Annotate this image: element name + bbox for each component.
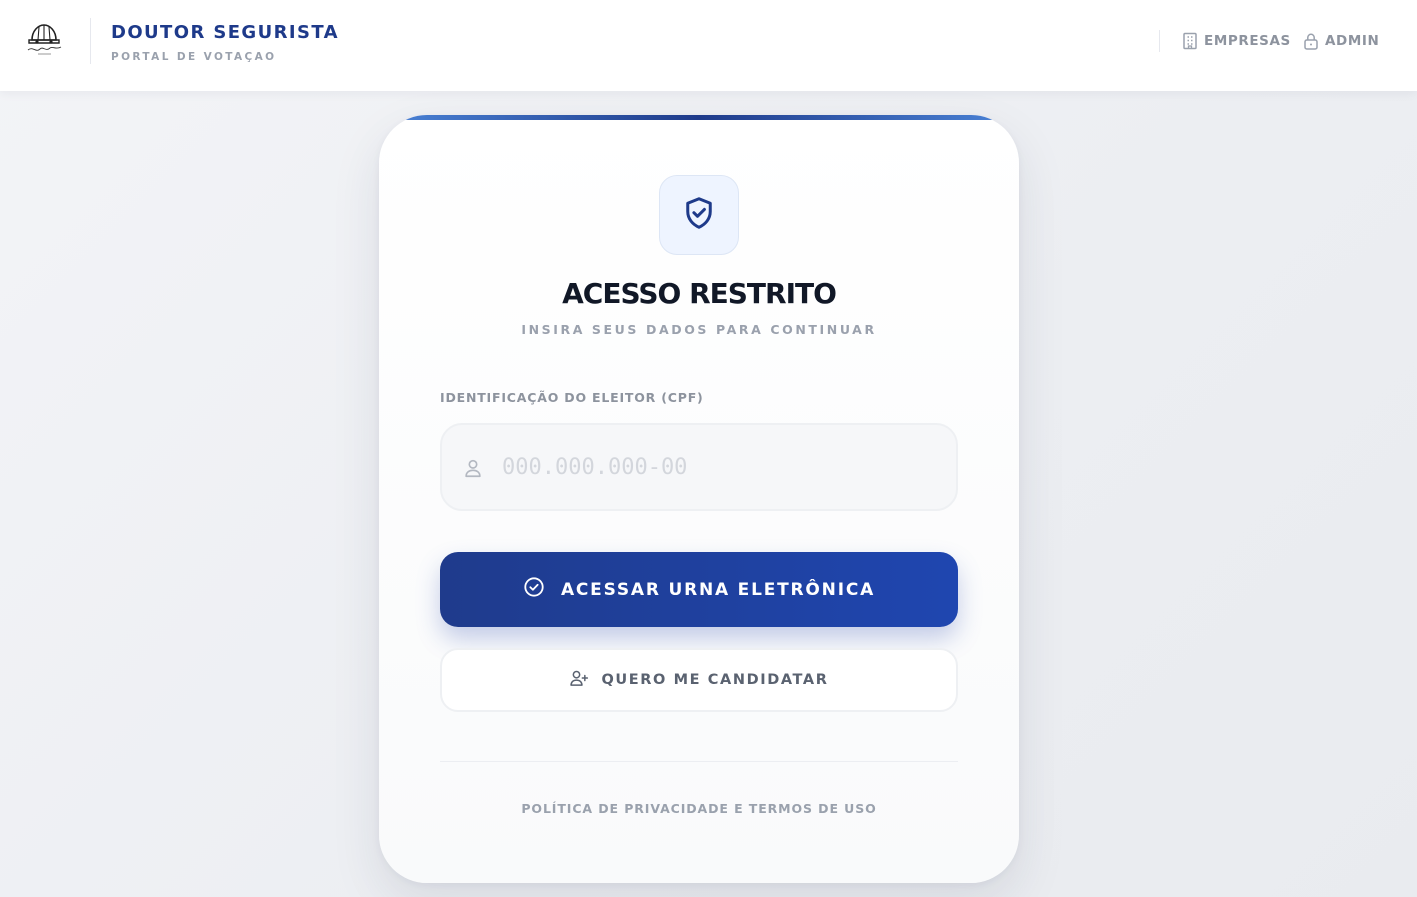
nav-admin-link[interactable]: ADMIN	[1303, 30, 1379, 52]
cpf-input[interactable]	[502, 445, 942, 489]
nav-empresas-label: EMPRESAS	[1204, 33, 1291, 49]
access-ballot-button[interactable]: ACESSAR URNA ELETRÔNICA	[440, 552, 958, 627]
brand-divider	[90, 18, 91, 64]
top-bar: DOUTOR SEGURISTA PORTAL DE VOTAÇAO EMPRE…	[0, 0, 1417, 91]
card-accent-line	[379, 115, 1019, 120]
access-ballot-label: ACESSAR URNA ELETRÔNICA	[560, 579, 876, 600]
check-circle-icon	[523, 576, 545, 603]
shield-icon-box	[659, 175, 739, 255]
nav-empresas-link[interactable]: EMPRESAS	[1182, 30, 1291, 52]
candidate-label: QUERO ME CANDIDATAR	[601, 672, 829, 688]
brand-subtitle: PORTAL DE VOTAÇAO	[111, 51, 277, 63]
page-title: ACESSO RESTRITO	[562, 277, 837, 310]
cpf-field[interactable]	[440, 423, 958, 511]
page-subtitle: INSIRA SEUS DADOS PARA CONTINUAR	[521, 322, 877, 337]
user-plus-icon	[569, 668, 589, 692]
privacy-terms-link[interactable]: POLÍTICA DE PRIVACIDADE E TERMOS DE USO	[379, 801, 1019, 816]
shield-check-icon	[681, 195, 717, 235]
building-icon	[1182, 32, 1198, 50]
cpf-label: IDENTIFICAÇÃO DO ELEITOR (CPF)	[440, 390, 704, 405]
card-divider	[440, 761, 958, 762]
lock-icon	[1303, 32, 1319, 50]
nav-admin-label: ADMIN	[1325, 33, 1380, 49]
login-card: ACESSO RESTRITO INSIRA SEUS DADOS PARA C…	[379, 115, 1019, 883]
nav-divider	[1159, 30, 1160, 52]
helmet-logo[interactable]	[24, 20, 64, 60]
brand-title[interactable]: DOUTOR SEGURISTA	[111, 22, 339, 43]
user-icon	[462, 457, 484, 483]
candidate-button[interactable]: QUERO ME CANDIDATAR	[440, 648, 958, 712]
